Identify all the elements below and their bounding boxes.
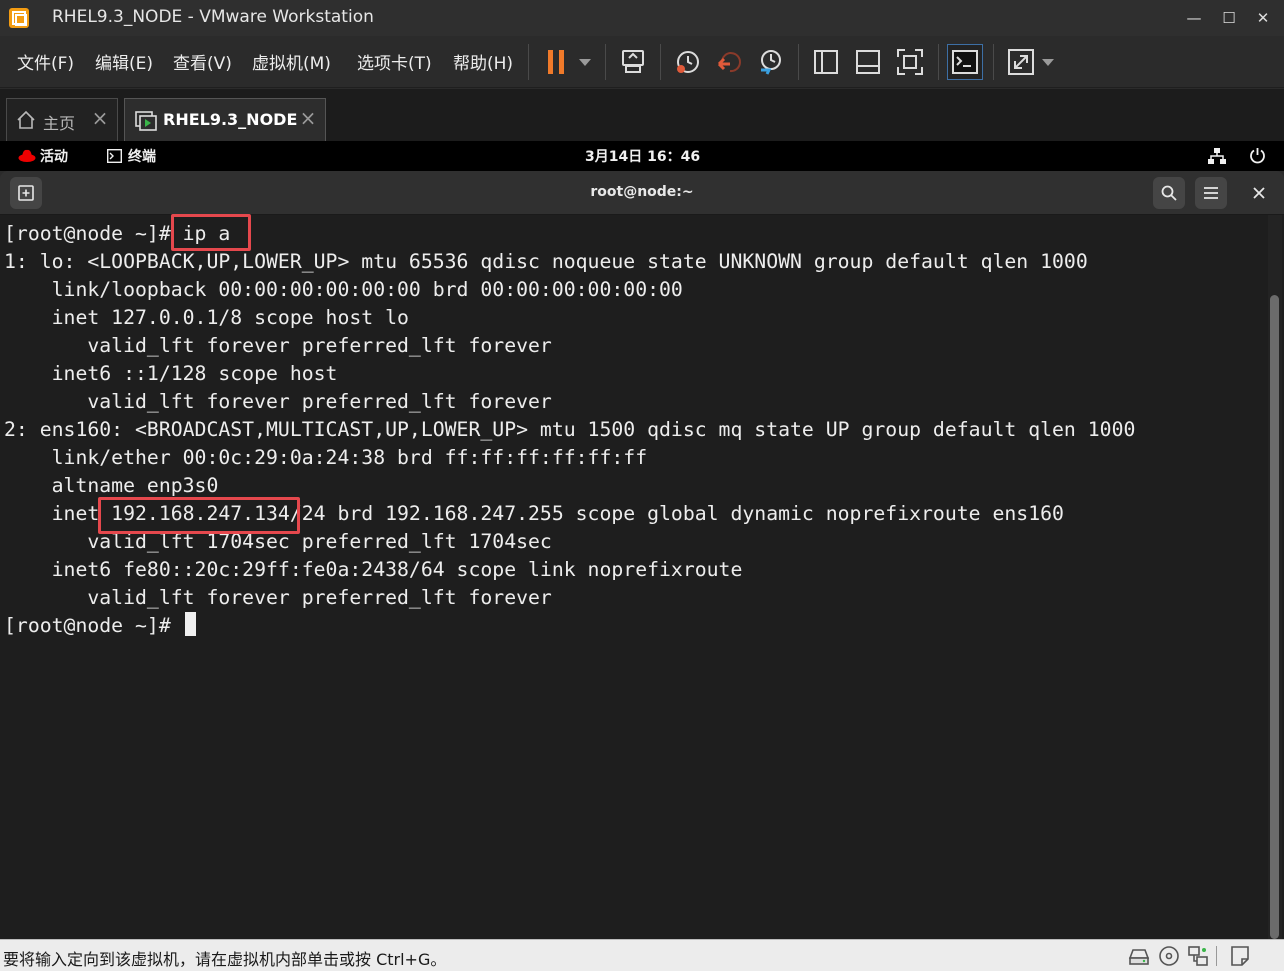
redhat-logo-icon xyxy=(18,149,36,162)
pause-icon xyxy=(548,50,564,74)
tab-rhel-node-label: RHEL9.3_NODE xyxy=(163,110,298,129)
cd-rom-icon[interactable] xyxy=(1157,944,1181,968)
stretch-view-icon xyxy=(1008,49,1034,75)
take-snapshot-button[interactable] xyxy=(670,44,706,80)
terminal-line: 1: lo: <LOOPBACK,UP,LOWER_UP> mtu 65536 … xyxy=(4,250,1088,273)
close-icon[interactable]: × xyxy=(89,107,111,129)
close-button[interactable]: ✕ xyxy=(1250,6,1276,30)
terminal-line: valid_lft forever preferred_lft forever xyxy=(4,586,552,609)
toolbar-separator xyxy=(798,44,799,80)
menu-file[interactable]: 文件(F) xyxy=(17,49,74,74)
app-menu-terminal[interactable]: 终端 xyxy=(128,146,156,166)
minimize-button[interactable]: — xyxy=(1181,6,1207,30)
terminal-line: valid_lft forever preferred_lft forever xyxy=(4,390,552,413)
snapshot-revert-icon xyxy=(717,52,741,73)
close-icon xyxy=(1253,187,1265,199)
toolbar-separator xyxy=(993,44,994,80)
clock[interactable]: 3月14日 16：46 xyxy=(585,146,700,166)
vm-icon xyxy=(135,111,157,131)
library-view-icon xyxy=(814,50,838,74)
thumbnail-view-icon xyxy=(856,50,880,74)
power-icon[interactable] xyxy=(1249,147,1266,164)
toolbar-separator xyxy=(605,44,606,80)
hamburger-menu-icon xyxy=(1204,187,1218,199)
terminal-line: altname enp3s0 xyxy=(4,474,219,497)
toolbar-separator xyxy=(528,44,529,80)
hard-disk-icon[interactable] xyxy=(1127,944,1151,968)
status-message: 要将输入定向到该虚拟机，请在虚拟机内部单击或按 Ctrl+G。 xyxy=(3,950,447,969)
stretch-view-button[interactable] xyxy=(1003,44,1039,80)
toolbar-separator xyxy=(660,44,661,80)
network-icon[interactable] xyxy=(1208,148,1226,165)
send-ctrl-alt-del-button[interactable] xyxy=(615,44,651,80)
terminal-line: link/loopback 00:00:00:00:00:00 brd 00:0… xyxy=(4,278,683,301)
terminal-line: valid_lft forever preferred_lft forever xyxy=(4,334,552,357)
snapshot-manager-icon xyxy=(761,50,781,75)
highlight-ip-address-box xyxy=(98,497,300,534)
terminal-app-icon xyxy=(107,149,122,163)
fullscreen-icon xyxy=(897,49,923,75)
thumbnail-view-button[interactable] xyxy=(850,44,886,80)
console-view-button[interactable] xyxy=(947,44,983,80)
menu-bar: 文件(F) 编辑(E) 查看(V) 虚拟机(M) 选项卡(T) 帮助(H) xyxy=(0,36,1284,88)
tab-home[interactable]: 主页 × xyxy=(6,98,118,141)
close-icon[interactable]: × xyxy=(297,107,319,129)
chevron-down-icon[interactable] xyxy=(579,59,591,66)
text-cursor xyxy=(184,612,196,636)
library-view-button[interactable] xyxy=(808,44,844,80)
terminal-search-button[interactable] xyxy=(1153,177,1185,209)
send-ctrl-alt-del-icon xyxy=(622,50,644,73)
gnome-top-bar: 活动 终端 3月14日 16：46 xyxy=(0,141,1284,171)
terminal-title: root@node:~ xyxy=(590,184,694,200)
terminal-header-bar: root@node:~ xyxy=(0,171,1284,215)
toolbar-separator xyxy=(938,44,939,80)
tab-rhel-node[interactable]: RHEL9.3_NODE × xyxy=(124,98,326,141)
terminal-output-area[interactable]: [root@node ~]# ip a 1: lo: <LOOPBACK,UP,L… xyxy=(0,214,1284,939)
terminal-close-button[interactable] xyxy=(1243,177,1275,209)
console-view-icon xyxy=(952,50,978,74)
terminal-lines: [root@node ~]# ip a 1: lo: <LOOPBACK,UP,L… xyxy=(4,220,1135,640)
activities-button[interactable]: 活动 xyxy=(40,146,68,166)
menu-tabs[interactable]: 选项卡(T) xyxy=(357,49,432,74)
snapshot-take-icon xyxy=(677,51,699,73)
terminal-prompt: [root@node ~]# xyxy=(4,614,183,637)
snapshot-manager-button[interactable] xyxy=(753,44,789,80)
pause-button[interactable] xyxy=(538,44,574,80)
menu-help[interactable]: 帮助(H) xyxy=(453,49,513,74)
title-bar: RHEL9.3_NODE - VMware Workstation — ☐ ✕ xyxy=(0,0,1284,36)
scrollbar-thumb[interactable] xyxy=(1270,295,1279,939)
chevron-down-icon[interactable] xyxy=(1042,59,1054,66)
terminal-line: inet 127.0.0.1/8 scope host lo xyxy=(4,306,409,329)
message-icon[interactable] xyxy=(1228,944,1252,968)
home-icon xyxy=(17,110,35,129)
terminal-line: 2: ens160: <BROADCAST,MULTICAST,UP,LOWER… xyxy=(4,418,1136,441)
terminal-line: link/ether 00:0c:29:0a:24:38 brd ff:ff:f… xyxy=(4,446,648,469)
highlight-command-box xyxy=(171,214,251,251)
revert-snapshot-button[interactable] xyxy=(712,44,748,80)
vmware-logo-icon xyxy=(9,8,29,28)
terminal-menu-button[interactable] xyxy=(1195,177,1227,209)
terminal-line: inet6 ::1/128 scope host xyxy=(4,362,338,385)
status-bar: 要将输入定向到该虚拟机，请在虚拟机内部单击或按 Ctrl+G。 xyxy=(0,939,1284,971)
maximize-button[interactable]: ☐ xyxy=(1216,6,1242,30)
menu-edit[interactable]: 编辑(E) xyxy=(95,49,153,74)
terminal-prompt-line[interactable]: [root@node ~]# xyxy=(4,612,1135,640)
window-title: RHEL9.3_NODE - VMware Workstation xyxy=(52,7,374,27)
fullscreen-button[interactable] xyxy=(892,44,928,80)
tab-home-label: 主页 xyxy=(43,114,76,133)
network-adapter-icon[interactable] xyxy=(1186,944,1210,968)
tab-strip: 主页 × RHEL9.3_NODE × xyxy=(0,89,1284,141)
terminal-line: inet6 fe80::20c:29ff:fe0a:2438/64 scope … xyxy=(4,558,743,581)
menu-view[interactable]: 查看(V) xyxy=(173,49,232,74)
status-separator xyxy=(1216,946,1217,966)
menu-vm[interactable]: 虚拟机(M) xyxy=(252,49,331,74)
search-icon xyxy=(1161,185,1177,201)
